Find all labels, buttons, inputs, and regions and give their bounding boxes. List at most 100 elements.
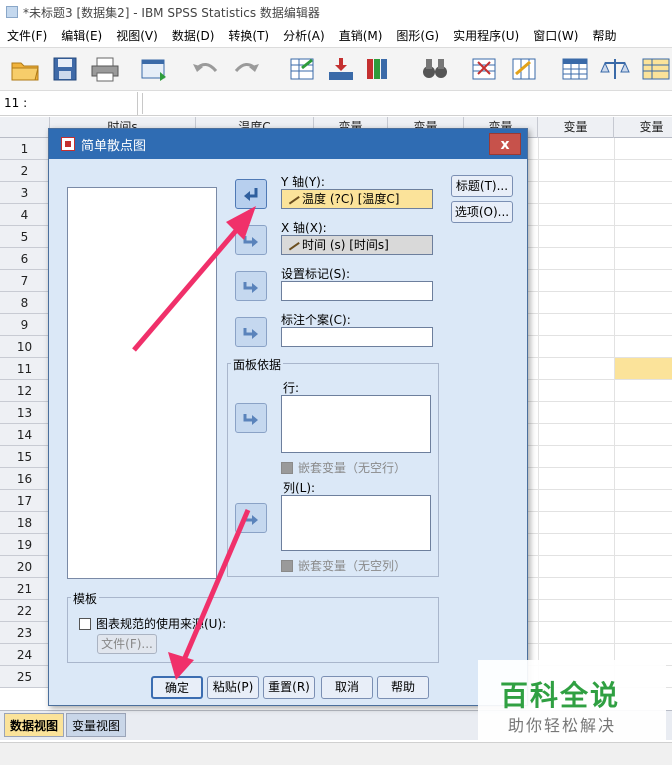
select-cases-icon[interactable] — [638, 53, 672, 85]
weight-cases-icon[interactable] — [598, 53, 632, 85]
move-to-set-markers-button[interactable] — [235, 271, 267, 301]
corner-header — [0, 117, 50, 138]
row-header[interactable]: 4 — [0, 204, 50, 226]
variables-icon[interactable] — [362, 53, 396, 85]
column-header[interactable]: 变量 — [538, 117, 614, 138]
print-icon[interactable] — [88, 53, 122, 85]
x-axis-value: 时间 (s) [时间s] — [302, 238, 389, 252]
tab-variable-view[interactable]: 变量视图 — [66, 713, 127, 737]
nest-rows-checkbox-row: 嵌套变量（无空行） — [281, 459, 406, 476]
dialog-title: 简单散点图 — [81, 138, 147, 154]
row-header[interactable]: 18 — [0, 512, 50, 534]
insert-variable-icon[interactable] — [508, 53, 542, 85]
row-header[interactable]: 24 — [0, 644, 50, 666]
row-header[interactable]: 10 — [0, 336, 50, 358]
move-to-label-cases-button[interactable] — [235, 317, 267, 347]
row-header[interactable]: 21 — [0, 578, 50, 600]
scale-variable-icon — [284, 190, 300, 205]
open-folder-icon[interactable] — [8, 53, 42, 85]
window-title: *未标题3 [数据集2] - IBM SPSS Statistics 数据编辑器 — [23, 5, 320, 20]
menu-data[interactable]: 数据(D) — [165, 27, 222, 44]
menu-window[interactable]: 窗口(W) — [526, 27, 585, 44]
save-icon[interactable] — [48, 53, 82, 85]
arrow-right-icon — [243, 236, 258, 247]
menu-view[interactable]: 视图(V) — [109, 27, 165, 44]
panel-rows-label: 行: — [283, 381, 300, 395]
menu-graphs[interactable]: 图形(G) — [389, 27, 446, 44]
x-axis-field[interactable]: 时间 (s) [时间s] — [281, 235, 433, 255]
move-to-panel-rows-button[interactable] — [235, 403, 267, 433]
template-file-button[interactable]: 文件(F)... — [97, 634, 157, 654]
dialog-recall-icon[interactable] — [138, 53, 172, 85]
nest-rows-checkbox[interactable] — [281, 461, 293, 474]
source-variable-list[interactable] — [67, 187, 217, 579]
row-header[interactable]: 15 — [0, 446, 50, 468]
find-icon[interactable] — [418, 53, 452, 85]
row-header[interactable]: 11 — [0, 358, 50, 380]
row-header[interactable]: 25 — [0, 666, 50, 688]
move-to-y-axis-button[interactable] — [235, 179, 267, 209]
row-header[interactable]: 16 — [0, 468, 50, 490]
menu-help[interactable]: 帮助 — [585, 27, 623, 44]
move-to-x-axis-button[interactable] — [235, 225, 267, 255]
tab-data-view[interactable]: 数据视图 — [4, 713, 65, 737]
use-chart-spec-checkbox[interactable] — [79, 617, 91, 630]
row-header[interactable]: 2 — [0, 160, 50, 182]
label-cases-field[interactable] — [281, 327, 433, 347]
y-axis-label: Y 轴(Y): — [281, 175, 325, 189]
row-header[interactable]: 6 — [0, 248, 50, 270]
row-header[interactable]: 23 — [0, 622, 50, 644]
menu-edit[interactable]: 编辑(E) — [54, 27, 109, 44]
menubar: 文件(F) 编辑(E) 视图(V) 数据(D) 转换(T) 分析(A) 直销(M… — [0, 24, 672, 46]
close-button[interactable]: x — [489, 133, 521, 155]
cell-reference-label: 11 : — [4, 96, 28, 110]
y-axis-field[interactable]: 温度 (?C) [温度C] — [281, 189, 433, 209]
move-to-panel-columns-button[interactable] — [235, 503, 267, 533]
active-cell[interactable] — [615, 358, 672, 379]
undo-icon[interactable] — [188, 53, 222, 85]
split-file-icon[interactable] — [558, 53, 592, 85]
row-header[interactable]: 5 — [0, 226, 50, 248]
panel-rows-list[interactable] — [281, 395, 431, 453]
options-button[interactable]: 选项(O)... — [451, 201, 513, 223]
scale-variable-icon — [284, 236, 300, 251]
reset-button[interactable]: 重置(R) — [263, 676, 315, 699]
template-title: 模板 — [71, 590, 100, 607]
ok-button[interactable]: 确定 — [151, 676, 203, 699]
row-header[interactable]: 14 — [0, 424, 50, 446]
redo-icon[interactable] — [230, 53, 264, 85]
row-header[interactable]: 1 — [0, 138, 50, 160]
row-header[interactable]: 17 — [0, 490, 50, 512]
row-header[interactable]: 8 — [0, 292, 50, 314]
dialog-titlebar[interactable]: 简单散点图 — [49, 129, 527, 159]
row-header[interactable]: 12 — [0, 380, 50, 402]
help-button[interactable]: 帮助 — [377, 676, 429, 699]
row-header[interactable]: 9 — [0, 314, 50, 336]
insert-cases-icon[interactable] — [468, 53, 502, 85]
y-axis-value: 温度 (?C) [温度C] — [302, 192, 400, 206]
menu-transform[interactable]: 转换(T) — [221, 27, 276, 44]
row-header[interactable]: 20 — [0, 556, 50, 578]
paste-button[interactable]: 粘贴(P) — [207, 676, 259, 699]
row-header[interactable]: 3 — [0, 182, 50, 204]
cell-value-editor[interactable] — [142, 93, 672, 114]
nest-cols-checkbox[interactable] — [281, 559, 293, 572]
menu-utilities[interactable]: 实用程序(U) — [446, 27, 526, 44]
arrow-right-icon — [243, 414, 258, 425]
row-header[interactable]: 13 — [0, 402, 50, 424]
row-header[interactable]: 22 — [0, 600, 50, 622]
menu-direct-marketing[interactable]: 直销(M) — [332, 27, 390, 44]
goto-case-icon[interactable] — [286, 53, 320, 85]
simple-scatter-dialog: 简单散点图 x Y 轴(Y): 温度 (?C) [温度C] X 轴(X): 时间… — [48, 128, 528, 706]
column-header[interactable]: 变量 — [614, 117, 672, 138]
goto-variable-icon[interactable] — [324, 53, 358, 85]
row-header[interactable]: 7 — [0, 270, 50, 292]
row-header[interactable]: 19 — [0, 534, 50, 556]
set-markers-field[interactable] — [281, 281, 433, 301]
scatter-chart-icon — [61, 137, 75, 151]
menu-analyze[interactable]: 分析(A) — [276, 27, 332, 44]
panel-columns-list[interactable] — [281, 495, 431, 551]
titles-button[interactable]: 标题(T)... — [451, 175, 513, 197]
cancel-button[interactable]: 取消 — [321, 676, 373, 699]
menu-file[interactable]: 文件(F) — [0, 27, 54, 44]
